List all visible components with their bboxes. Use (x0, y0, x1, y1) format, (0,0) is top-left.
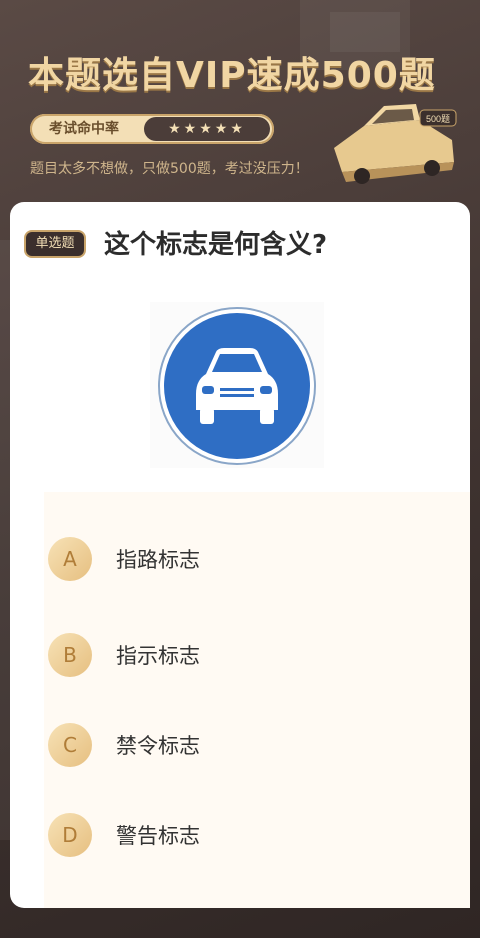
hit-rate-label: 考试命中率 (49, 121, 119, 137)
option-a[interactable]: A 指路标志 (44, 530, 470, 594)
option-c[interactable]: C 禁令标志 (44, 716, 470, 780)
promo-subtitle: 题目太多不想做，只做500题，考过没压力！ (30, 161, 309, 177)
hit-rate-pill: 考试命中率 ★★★★★ (30, 114, 274, 144)
option-b-text: 指示标志 (116, 644, 200, 668)
option-c-text: 禁令标志 (116, 734, 200, 758)
option-c-letter: C (48, 723, 92, 767)
option-b-letter: B (48, 633, 92, 677)
question-type-badge: 单选题 (26, 232, 84, 256)
option-d-letter: D (48, 813, 92, 857)
option-b[interactable]: B 指示标志 (44, 626, 470, 690)
option-a-text: 指路标志 (116, 548, 200, 572)
car-badge-text: 500题 (426, 114, 450, 124)
question-text: 这个标志是何含义? (104, 230, 328, 260)
options-list: A 指路标志 B 指示标志 C 禁令标志 D 警告标志 (44, 492, 470, 908)
question-image (150, 302, 324, 468)
option-a-letter: A (48, 537, 92, 581)
option-d-text: 警告标志 (116, 824, 200, 848)
vip-title: 本题选自VIP速成500题 (28, 55, 436, 96)
option-d[interactable]: D 警告标志 (44, 806, 470, 870)
motor-vehicle-lane-sign-icon (158, 307, 316, 465)
question-card: 单选题 这个标志是何含义? A 指路标志 B 指示标志 C 禁令标志 D 警告标… (10, 202, 470, 908)
promo-header: 本题选自VIP速成500题 考试命中率 ★★★★★ 题目太多不想做，只做500题… (0, 0, 480, 210)
rating-stars: ★★★★★ (144, 117, 270, 141)
taxi-icon: 500题 (334, 104, 457, 184)
